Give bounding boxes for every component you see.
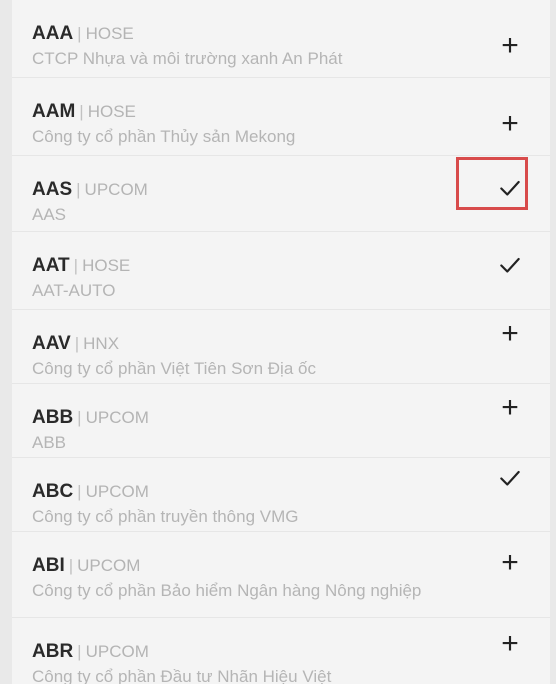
add-stock-button[interactable]: +: [490, 314, 530, 354]
separator: |: [77, 642, 82, 661]
list-item[interactable]: ABC | UPCOM Công ty cổ phần truyền thông V…: [12, 458, 550, 532]
remove-stock-button[interactable]: [490, 245, 530, 285]
exchange-label: UPCOM: [84, 180, 148, 199]
plus-icon: +: [501, 317, 519, 350]
company-name: Công ty cổ phần Bảo hiểm Ngân hàng Nông …: [32, 581, 422, 600]
list-item[interactable]: AAS | UPCOM AAS: [12, 156, 550, 232]
stock-picker-screen: AAA | HOSE CTCP Nhựa và môi trường xanh An…: [0, 0, 556, 684]
plus-icon: +: [501, 29, 519, 62]
exchange-label: UPCOM: [85, 408, 149, 427]
company-name: Công ty cổ phần Thủy sản Mekong: [32, 127, 296, 146]
separator: |: [76, 180, 81, 199]
stock-list: AAA | HOSE CTCP Nhựa và môi trường xanh An…: [12, 0, 550, 684]
list-item-title: ABI | UPCOM: [32, 554, 462, 578]
list-item-text: AAV | HNX Công ty cổ phần Việt Tiên Sơn Đị…: [32, 332, 462, 380]
remove-stock-button[interactable]: [490, 168, 530, 208]
exchange-label: UPCOM: [77, 556, 141, 575]
exchange-label: HOSE: [82, 256, 131, 275]
ticker-symbol: ABR: [32, 641, 74, 662]
separator: |: [74, 334, 80, 353]
check-icon: [500, 257, 520, 273]
add-stock-button[interactable]: +: [490, 624, 530, 664]
ticker-symbol: ABI: [32, 555, 65, 576]
company-name: Công ty cổ phần truyền thông VMG: [32, 507, 299, 526]
company-name: CTCP Nhựa và môi trường xanh An Phát: [32, 49, 343, 68]
list-item-text: AAM | HOSE Công ty cổ phần Thủy sản Mekong: [32, 100, 462, 148]
check-icon: [500, 180, 520, 196]
plus-icon: +: [501, 391, 519, 424]
list-item-text: AAS | UPCOM AAS: [32, 178, 462, 226]
company-name: AAT-AUTO: [32, 281, 116, 300]
add-stock-button[interactable]: +: [490, 26, 530, 66]
ticker-symbol: AAS: [32, 179, 73, 200]
separator: |: [77, 408, 82, 427]
ticker-symbol: ABB: [32, 407, 74, 428]
separator: |: [79, 102, 84, 121]
list-item-text: ABB | UPCOM ABB: [32, 406, 462, 454]
add-stock-button[interactable]: +: [490, 388, 530, 428]
company-name: ABB: [32, 433, 67, 452]
list-item[interactable]: ABR | UPCOM Công ty cổ phần Đầu tư Nhãn Hi…: [12, 618, 550, 684]
list-item-title: ABB | UPCOM: [32, 406, 462, 430]
exchange-label: HOSE: [87, 102, 136, 121]
company-name: AAS: [32, 205, 67, 224]
list-item[interactable]: AAV | HNX Công ty cổ phần Việt Tiên Sơn Đị…: [12, 310, 550, 384]
list-item-title: AAM | HOSE: [32, 100, 462, 124]
exchange-label: UPCOM: [85, 642, 149, 661]
exchange-label: HOSE: [85, 24, 134, 43]
list-item-text: ABR | UPCOM Công ty cổ phần Đầu tư Nhãn Hi…: [32, 640, 462, 684]
list-item-text: AAT | HOSE AAT-AUTO: [32, 254, 462, 302]
ticker-symbol: AAM: [32, 101, 76, 122]
list-item-title: AAV | HNX: [32, 332, 462, 356]
list-item[interactable]: ABI | UPCOM Công ty cổ phần Bảo hiểm Ngân …: [12, 532, 550, 618]
exchange-label: HNX: [83, 334, 120, 353]
list-item[interactable]: AAM | HOSE Công ty cổ phần Thủy sản Mekong…: [12, 78, 550, 156]
remove-stock-button[interactable]: [490, 458, 530, 498]
list-item[interactable]: AAT | HOSE AAT-AUTO: [12, 232, 550, 310]
separator: |: [73, 256, 79, 275]
list-item[interactable]: AAA | HOSE CTCP Nhựa và môi trường xanh An…: [12, 0, 550, 78]
plus-icon: +: [501, 107, 519, 140]
add-stock-button[interactable]: +: [490, 543, 530, 583]
list-item-text: ABC | UPCOM Công ty cổ phần truyền thông V…: [32, 480, 462, 528]
check-icon: [500, 470, 520, 486]
ticker-symbol: AAA: [32, 23, 74, 44]
list-item-text: ABI | UPCOM Công ty cổ phần Bảo hiểm Ngân …: [32, 554, 462, 602]
ticker-symbol: ABC: [32, 481, 74, 502]
exchange-label: UPCOM: [85, 482, 149, 501]
separator: |: [68, 556, 74, 575]
list-item-title: ABR | UPCOM: [32, 640, 462, 664]
company-name: Công ty cổ phần Đầu tư Nhãn Hiệu Việt: [32, 667, 332, 684]
list-item-text: AAA | HOSE CTCP Nhựa và môi trường xanh An…: [32, 22, 462, 70]
list-item-title: AAS | UPCOM: [32, 178, 462, 202]
add-stock-button[interactable]: +: [490, 104, 530, 144]
list-item-title: AAA | HOSE: [32, 22, 462, 46]
list-item-title: AAT | HOSE: [32, 254, 462, 278]
ticker-symbol: AAV: [32, 333, 71, 354]
company-name: Công ty cổ phần Việt Tiên Sơn Địa ốc: [32, 359, 316, 378]
separator: |: [77, 482, 82, 501]
separator: |: [77, 24, 82, 43]
plus-icon: +: [501, 627, 519, 660]
plus-icon: +: [501, 546, 519, 579]
list-item[interactable]: ABB | UPCOM ABB +: [12, 384, 550, 458]
list-item-title: ABC | UPCOM: [32, 480, 462, 504]
ticker-symbol: AAT: [32, 255, 70, 276]
